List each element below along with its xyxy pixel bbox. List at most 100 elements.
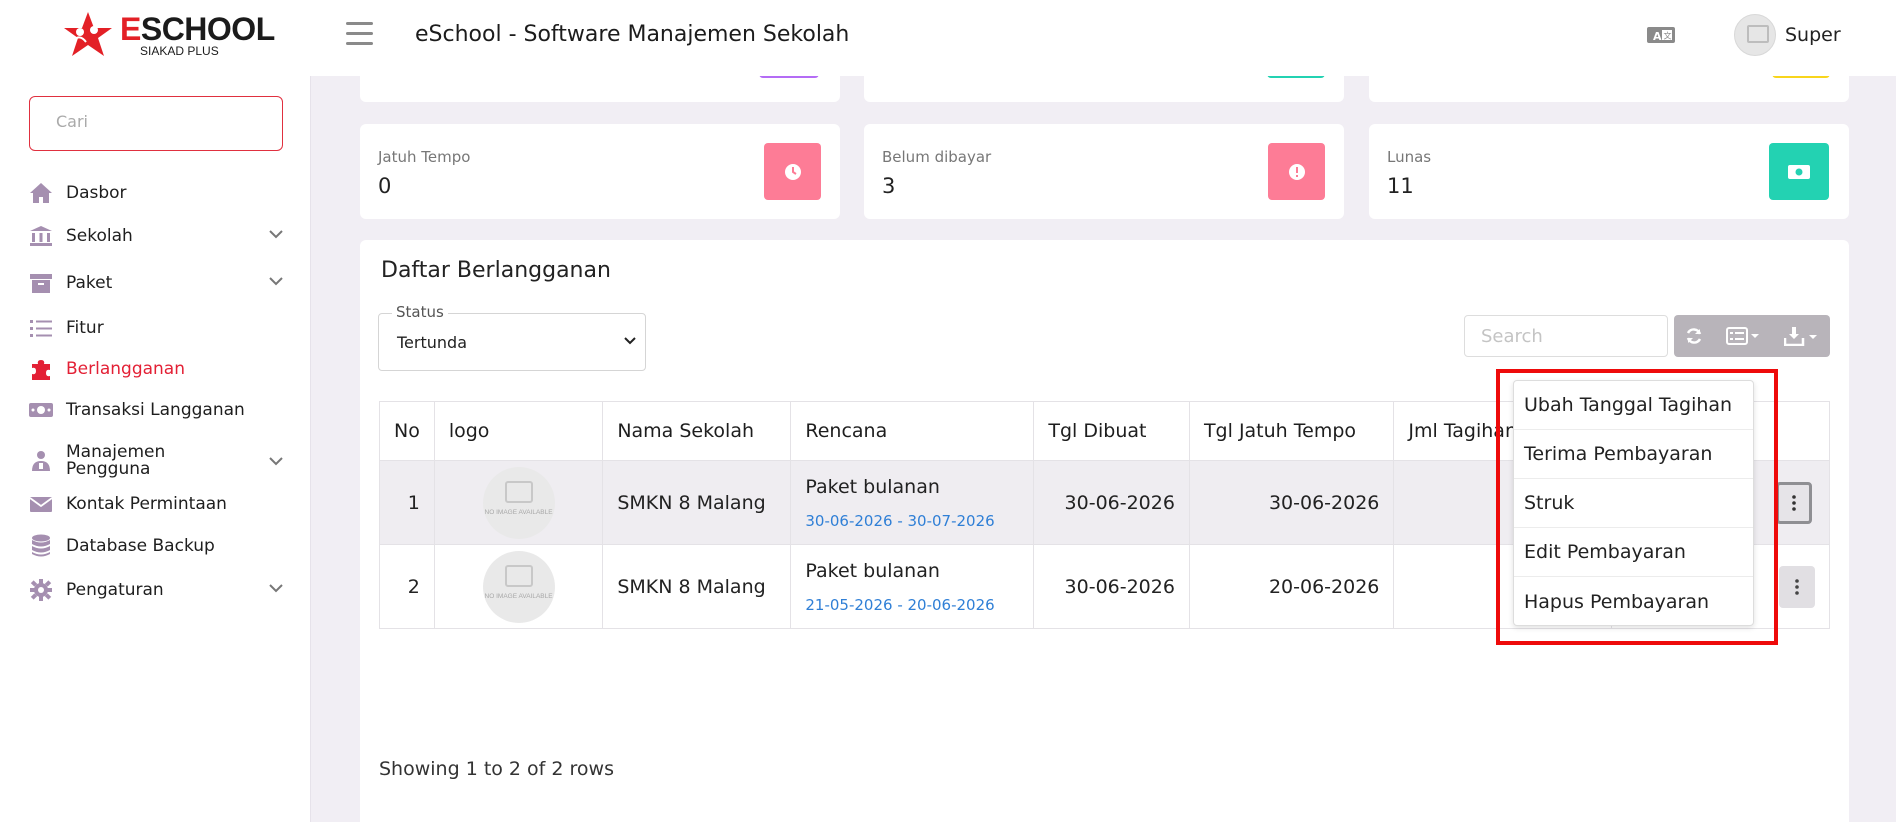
mail-icon (28, 491, 54, 517)
money-icon (1769, 143, 1829, 200)
stat-value: 11 (1387, 174, 1414, 198)
status-select[interactable]: Tertunda (378, 313, 646, 371)
menu-toggle-icon[interactable] (346, 22, 374, 46)
database-icon (28, 533, 54, 559)
chevron-down-icon (269, 230, 283, 239)
sidebar-item-paket[interactable]: Paket (28, 266, 288, 300)
cell-due-date: 20-06-2026 (1188, 544, 1395, 629)
table-toolbar (1674, 315, 1830, 357)
chevron-down-icon (269, 277, 283, 286)
plan-date-range: 30-06-2026 - 30-07-2026 (805, 511, 995, 530)
sidebar: Cari Dasbor Sekolah Paket Fitur Berlangg… (0, 76, 311, 822)
table-search-input[interactable]: Search (1464, 315, 1668, 357)
cell-no: 2 (379, 544, 435, 629)
menu-item-ubah-tanggal-tagihan[interactable]: Ubah Tanggal Tagihan (1514, 381, 1753, 430)
logo-wordmark: ESCHOOL (120, 11, 275, 47)
svg-text:文: 文 (1664, 31, 1672, 41)
sidebar-item-database-backup[interactable]: Database Backup (28, 529, 288, 563)
puzzle-icon (28, 356, 54, 382)
chevron-down-icon (624, 337, 636, 345)
users-icon (28, 448, 54, 474)
stat-label: Belum dibayar (882, 148, 992, 166)
eschool-logo[interactable]: ESCHOOL SIAKAD PLUS (58, 10, 275, 60)
sidebar-item-fitur[interactable]: Fitur (28, 311, 288, 345)
menu-item-struk[interactable]: Struk (1514, 479, 1753, 528)
cell-created-date: 30-06-2026 (1033, 544, 1190, 629)
menu-item-terima-pembayaran[interactable]: Terima Pembayaran (1514, 430, 1753, 479)
plan-name: Paket bulanan (805, 559, 940, 582)
menu-item-hapus-pembayaran[interactable]: Hapus Pembayaran (1514, 577, 1753, 626)
chevron-down-icon (269, 457, 283, 466)
column-header-tgl-dibuat[interactable]: Tgl Dibuat (1033, 401, 1190, 461)
column-header-logo[interactable]: logo (433, 401, 604, 461)
sidebar-search-input[interactable]: Cari (29, 96, 283, 151)
stat-label: Jatuh Tempo (378, 148, 471, 166)
alert-icon (1268, 143, 1325, 200)
cell-no: 1 (379, 460, 435, 545)
clock-icon (764, 143, 821, 200)
bank-icon (28, 223, 54, 249)
image-placeholder-icon (504, 564, 533, 587)
plan-name: Paket bulanan (805, 475, 940, 498)
sidebar-item-kontak-permintaan[interactable]: Kontak Permintaan (28, 487, 288, 521)
sidebar-item-label: Dasbor (66, 182, 127, 203)
sidebar-item-label: Pengaturan (66, 579, 164, 600)
translate-icon[interactable]: A 文 (1646, 24, 1676, 46)
cell-logo: NO IMAGE AVAILABLE (433, 460, 604, 545)
school-logo-placeholder: NO IMAGE AVAILABLE (482, 466, 555, 539)
column-header-no[interactable]: No (379, 401, 435, 461)
sidebar-item-label: Kontak Permintaan (66, 493, 227, 514)
row-actions-dropdown: Ubah Tanggal Tagihan Terima Pembayaran S… (1513, 380, 1754, 626)
cell-school-name: SMKN 8 Malang (602, 544, 792, 629)
stat-card-lunas: Lunas 11 (1369, 124, 1849, 219)
logo-subtitle: SIAKAD PLUS (140, 44, 219, 58)
panel-title: Daftar Berlangganan (381, 258, 611, 283)
sidebar-item-pengaturan[interactable]: Pengaturan (28, 573, 288, 607)
stat-value: 0 (378, 174, 392, 198)
row-actions-button[interactable] (1778, 565, 1815, 608)
sidebar-item-manajemen-pengguna[interactable]: Manajemen Pengguna (28, 439, 288, 483)
top-header: ESCHOOL SIAKAD PLUS eSchool - Software M… (0, 0, 1896, 76)
sidebar-item-transaksi-langganan[interactable]: Transaksi Langganan (28, 393, 288, 427)
cell-created-date: 30-06-2026 (1033, 460, 1190, 545)
columns-button[interactable] (1714, 315, 1772, 357)
school-logo-placeholder: NO IMAGE AVAILABLE (482, 550, 555, 623)
cell-plan: Paket bulanan 21-05-2026 - 20-06-2026 (790, 544, 1035, 629)
sidebar-item-label: Berlangganan (66, 358, 185, 379)
star-logo-icon (64, 12, 112, 56)
column-header-nama-sekolah[interactable]: Nama Sekolah (602, 401, 792, 461)
sidebar-item-label: Transaksi Langganan (66, 399, 245, 420)
sidebar-item-sekolah[interactable]: Sekolah (28, 219, 288, 253)
svg-text:A: A (1653, 30, 1662, 43)
status-select-label: Status (392, 303, 448, 321)
pagination-info: Showing 1 to 2 of 2 rows (379, 758, 614, 780)
column-header-tgl-jatuh-tempo[interactable]: Tgl Jatuh Tempo (1188, 401, 1395, 461)
cell-plan: Paket bulanan 30-06-2026 - 30-07-2026 (790, 460, 1035, 545)
column-header-rencana[interactable]: Rencana (790, 401, 1035, 461)
cell-school-name: SMKN 8 Malang (602, 460, 792, 545)
kebab-menu-icon (1795, 578, 1799, 595)
row-actions-button[interactable] (1775, 481, 1812, 524)
stat-label: Lunas (1387, 148, 1432, 166)
home-icon (28, 180, 54, 206)
sidebar-item-label: Database Backup (66, 535, 215, 556)
sidebar-item-berlangganan[interactable]: Berlangganan (28, 352, 288, 386)
avatar[interactable] (1734, 14, 1776, 56)
cell-logo: NO IMAGE AVAILABLE (433, 544, 604, 629)
stat-card-belum-dibayar: Belum dibayar 3 (864, 124, 1344, 219)
menu-item-edit-pembayaran[interactable]: Edit Pembayaran (1514, 528, 1753, 577)
list-icon (28, 315, 54, 341)
image-placeholder-icon (504, 480, 533, 503)
status-select-value: Tertunda (397, 333, 467, 352)
refresh-button[interactable] (1674, 315, 1714, 357)
sidebar-item-label: Paket (66, 272, 113, 293)
money-icon (28, 397, 54, 423)
sidebar-item-dasbor[interactable]: Dasbor (28, 176, 288, 210)
sidebar-item-label: Manajemen Pengguna (66, 442, 166, 479)
download-icon (1784, 327, 1817, 346)
plan-date-range: 21-05-2026 - 20-06-2026 (805, 595, 995, 614)
columns-list-icon (1726, 327, 1759, 345)
export-button[interactable] (1772, 315, 1830, 357)
refresh-icon (1686, 328, 1702, 344)
user-name[interactable]: Super (1785, 24, 1841, 46)
